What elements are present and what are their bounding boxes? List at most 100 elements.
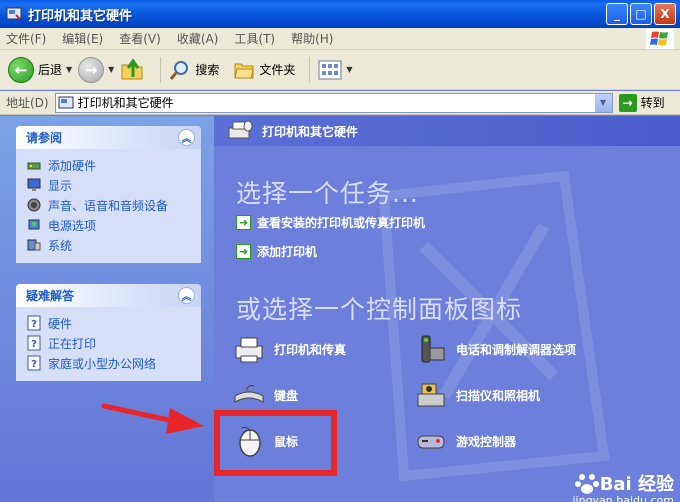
red-arrow-icon	[101, 403, 204, 434]
window-title: 打印机和其它硬件	[28, 8, 133, 24]
speaker-icon	[26, 197, 42, 213]
scanner-camera-icon	[414, 378, 448, 412]
menu-bar: 文件(F) 编辑(E) 查看(V) 收藏(A) 工具(T) 帮助(H)	[0, 28, 680, 50]
keyboard-icon	[232, 378, 266, 412]
power-icon	[26, 217, 42, 233]
main-content: 打印机和其它硬件 选择一个任务... ➜ 查看安装的打印机或传真打印机 ➜ 添加…	[214, 116, 680, 502]
svg-text:?: ?	[31, 339, 37, 350]
chevron-down-icon[interactable]: ▼	[66, 65, 72, 74]
cp-label: 打印机和传真	[274, 342, 347, 357]
cp-printers-fax[interactable]: 打印机和传真	[232, 332, 346, 366]
back-label: 后退	[38, 63, 63, 77]
help-icon: ?	[26, 335, 42, 351]
link-label: 声音、语音和音频设备	[48, 198, 169, 213]
address-input[interactable]: 打印机和其它硬件 ▼	[54, 92, 613, 113]
go-arrow-icon: →	[618, 93, 637, 112]
cp-keyboard[interactable]: 键盘	[232, 378, 298, 412]
maximize-button[interactable]: □	[630, 3, 652, 25]
task-label: 添加打印机	[257, 245, 318, 259]
link-add-hardware[interactable]: 添加硬件	[26, 155, 191, 175]
link-label: 家庭或小型办公网络	[48, 356, 157, 371]
control-panel-icon	[58, 96, 74, 108]
cp-game-controllers[interactable]: 游戏控制器	[414, 424, 516, 458]
forward-button[interactable]: → ▼	[78, 56, 114, 83]
folders-icon	[234, 63, 254, 78]
task-add-printer[interactable]: ➜ 添加打印机	[236, 243, 317, 260]
link-hardware-help[interactable]: ? 硬件	[26, 313, 191, 333]
address-value: 打印机和其它硬件	[77, 96, 174, 110]
views-icon	[318, 60, 342, 79]
pick-task-heading: 选择一个任务...	[236, 179, 419, 208]
windows-logo-icon	[646, 29, 674, 49]
task-label: 查看安装的打印机或传真打印机	[257, 216, 426, 230]
chevron-down-icon[interactable]: ▼	[108, 65, 114, 74]
up-folder-icon	[121, 57, 143, 79]
cp-label: 游戏控制器	[456, 434, 517, 449]
collapse-icon[interactable]: ︽	[178, 287, 195, 304]
address-bar: 地址(D) 打印机和其它硬件 ▼ → 转到	[0, 91, 680, 115]
link-label: 硬件	[48, 316, 73, 331]
link-power[interactable]: 电源选项	[26, 215, 191, 235]
chevron-down-icon[interactable]: ▼	[593, 93, 612, 112]
link-printing-help[interactable]: ? 正在打印	[26, 333, 191, 353]
go-label: 转到	[640, 96, 665, 110]
gamepad-icon	[414, 424, 448, 458]
watermark-brand: Bai 经验	[599, 474, 674, 495]
link-display[interactable]: 显示	[26, 175, 191, 195]
back-button[interactable]: ← 后退 ▼	[8, 56, 72, 83]
menu-help[interactable]: 帮助(H)	[291, 30, 333, 47]
up-folder-button[interactable]	[120, 57, 146, 83]
menu-edit[interactable]: 编辑(E)	[62, 30, 103, 47]
control-panel-icon	[6, 7, 22, 20]
search-button[interactable]: 搜索	[169, 59, 219, 81]
cp-label: 鼠标	[274, 434, 299, 449]
content-header: 打印机和其它硬件	[214, 116, 680, 146]
cp-label: 扫描仪和照相机	[456, 388, 541, 403]
cp-phone-modem[interactable]: 电话和调制解调器选项	[414, 332, 576, 366]
link-label: 显示	[48, 178, 73, 193]
help-icon: ?	[26, 315, 42, 331]
minimize-button[interactable]: _	[606, 3, 628, 25]
cp-scanner-camera[interactable]: 扫描仪和照相机	[414, 378, 540, 412]
menu-favorites[interactable]: 收藏(A)	[177, 30, 219, 47]
see-also-header[interactable]: 请参阅 ︽	[16, 126, 201, 149]
task-view-printers[interactable]: ➜ 查看安装的打印机或传真打印机	[236, 214, 425, 231]
forward-arrow-icon: →	[78, 56, 105, 83]
close-button[interactable]: X	[654, 3, 676, 25]
menu-view[interactable]: 查看(V)	[119, 30, 161, 47]
baidu-paw-icon	[574, 474, 599, 494]
search-icon	[170, 60, 189, 80]
link-sound[interactable]: 声音、语音和音频设备	[26, 195, 191, 215]
display-icon	[26, 177, 42, 193]
menu-file[interactable]: 文件(F)	[6, 30, 46, 47]
folders-button[interactable]: 文件夹	[233, 59, 295, 81]
link-network-help[interactable]: ? 家庭或小型办公网络	[26, 353, 191, 373]
views-button[interactable]: ▼	[318, 59, 353, 81]
cp-mouse[interactable]: 鼠标	[232, 424, 298, 458]
link-label: 系统	[48, 238, 73, 253]
go-button[interactable]: → 转到	[618, 93, 665, 112]
menu-tools[interactable]: 工具(T)	[234, 30, 275, 47]
link-system[interactable]: 系统	[26, 235, 191, 255]
link-label: 添加硬件	[48, 158, 97, 173]
troubleshoot-title: 疑难解答	[26, 289, 75, 303]
troubleshoot-panel: 疑难解答 ︽ ? 硬件 ? 正在打印 ? 家庭或小型办公网络	[16, 284, 201, 381]
collapse-icon[interactable]: ︽	[178, 129, 195, 146]
see-also-panel: 请参阅 ︽ 添加硬件 显示 声音、语音和音频设备 电源选项 系统	[16, 126, 201, 263]
help-icon: ?	[26, 355, 42, 371]
back-arrow-icon: ←	[8, 56, 34, 83]
toolbar: ← 后退 ▼ → ▼ 搜索 文件夹 ▼	[0, 50, 680, 90]
title-bar: 打印机和其它硬件 _ □ X	[0, 0, 680, 28]
see-also-title: 请参阅	[26, 131, 63, 145]
pick-icon-heading: 或选择一个控制面板图标	[236, 295, 523, 324]
toolbar-separator	[309, 56, 311, 83]
link-label: 电源选项	[48, 218, 97, 233]
phone-icon	[414, 332, 448, 366]
link-label: 正在打印	[48, 336, 97, 351]
search-label: 搜索	[195, 63, 220, 77]
folders-label: 文件夹	[259, 63, 296, 77]
printer-hardware-icon	[228, 120, 253, 139]
mouse-icon	[232, 424, 266, 458]
cp-label: 电话和调制解调器选项	[456, 342, 577, 357]
troubleshoot-header[interactable]: 疑难解答 ︽	[16, 284, 201, 307]
